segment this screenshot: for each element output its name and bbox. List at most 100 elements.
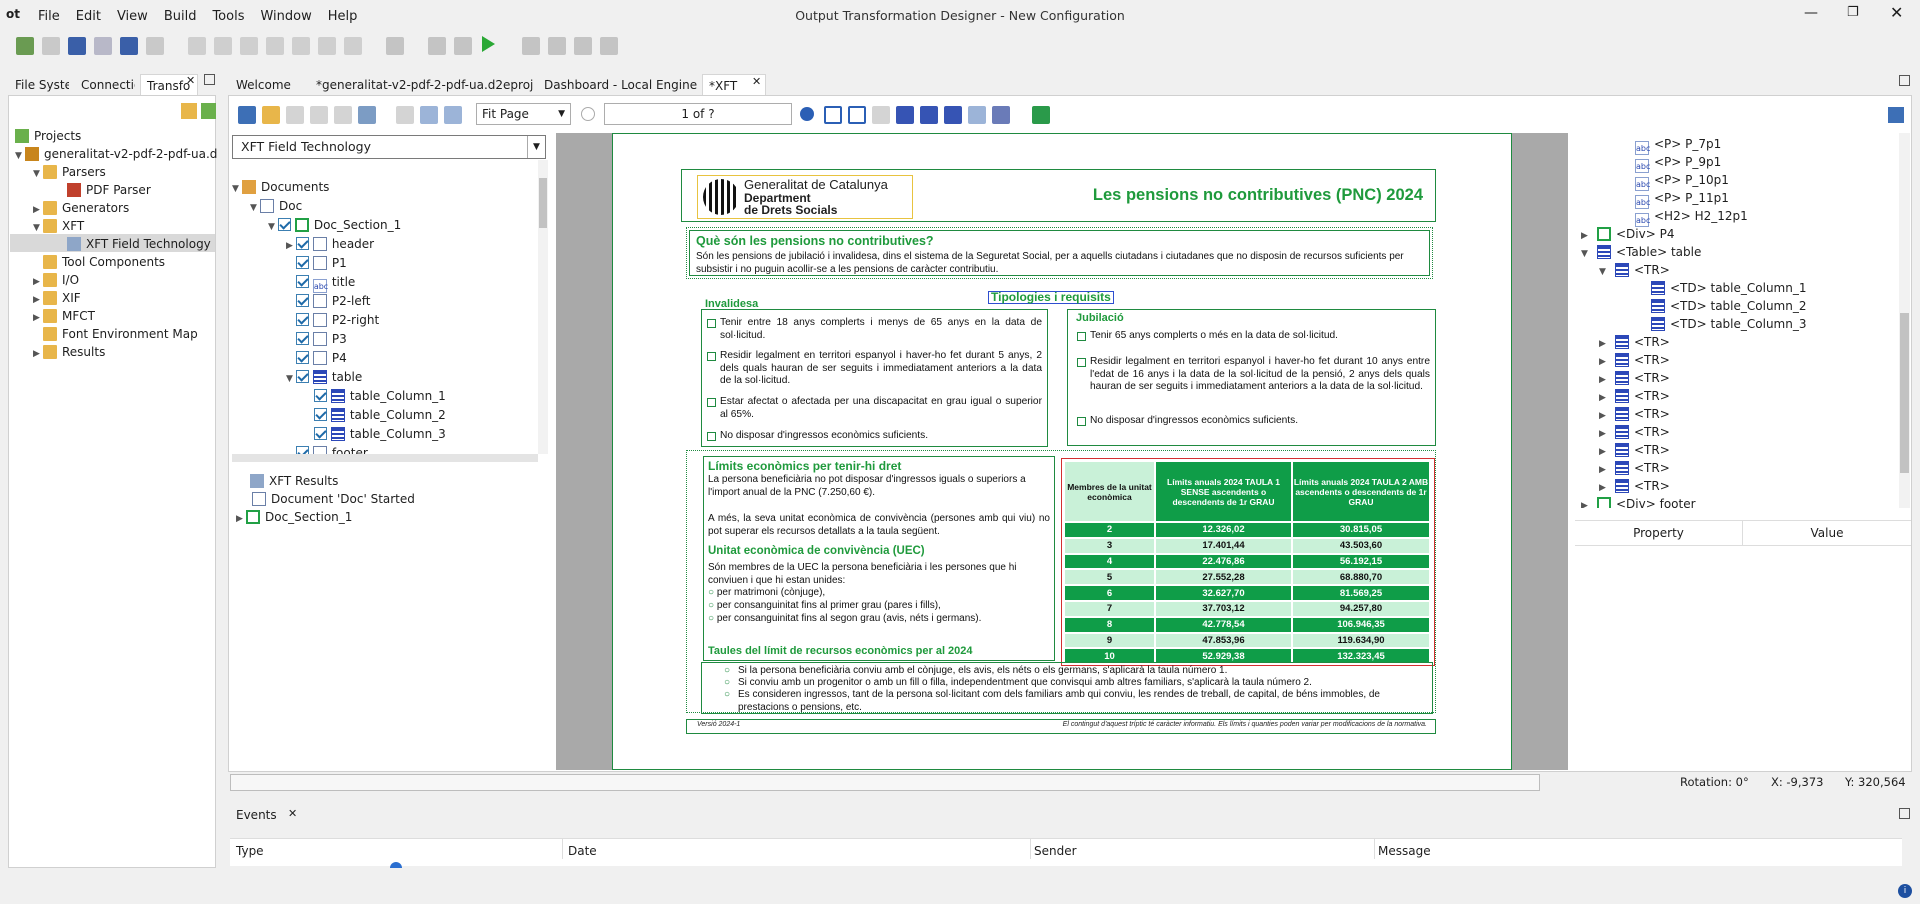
tab-dashboard[interactable]: Dashboard - Local Engine xyxy=(538,74,703,96)
chevron-right-icon[interactable]: ▶ xyxy=(33,345,43,363)
tree-results[interactable]: ▶ Results xyxy=(33,343,105,361)
fit-width-icon[interactable] xyxy=(824,106,842,124)
tree-mfct[interactable]: ▶ MFCT xyxy=(33,307,95,325)
chevron-down-icon[interactable]: ▼ xyxy=(1581,245,1597,263)
checkbox[interactable] xyxy=(296,351,309,364)
minimize-icon[interactable]: — xyxy=(1804,5,1818,21)
chevron-down-icon[interactable]: ▼ xyxy=(15,147,25,165)
structure-node[interactable]: ▶ <Div> footer xyxy=(1581,495,1696,508)
remove-icon[interactable] xyxy=(286,106,304,124)
zoom-select[interactable]: Fit Page ▼ xyxy=(476,103,571,125)
notification-icon[interactable]: i xyxy=(1898,884,1912,898)
zoom-in-icon[interactable] xyxy=(420,106,438,124)
chevron-right-icon[interactable]: ▶ xyxy=(1599,389,1615,407)
checkbox[interactable] xyxy=(296,370,309,383)
delete-icon[interactable] xyxy=(266,37,284,55)
move-up-icon[interactable] xyxy=(310,106,328,124)
tree-tool-components[interactable]: Tool Components xyxy=(43,253,165,271)
maximize-panel-icon[interactable] xyxy=(204,74,215,85)
chevron-right-icon[interactable]: ▶ xyxy=(1599,335,1615,353)
structure-node[interactable]: abc <P> P_11p1 xyxy=(1635,189,1729,209)
structure-node[interactable]: ▶ <TR> xyxy=(1599,351,1670,369)
undo-icon[interactable] xyxy=(292,37,310,55)
tree-doc-section[interactable]: ▼ Doc_Section_1 xyxy=(268,216,401,234)
tree-xft[interactable]: ▼ XFT xyxy=(33,217,84,235)
tool-d-icon[interactable] xyxy=(600,37,618,55)
chevron-down-icon[interactable]: ▼ xyxy=(33,165,43,183)
open-icon[interactable] xyxy=(42,37,60,55)
tree-p2-right[interactable]: P2-right xyxy=(296,311,379,329)
chevron-right-icon[interactable]: ▶ xyxy=(1599,371,1615,389)
tree-col1[interactable]: table_Column_1 xyxy=(314,387,446,405)
select-icon[interactable] xyxy=(396,106,414,124)
find-icon[interactable] xyxy=(968,106,986,124)
close-window-icon[interactable]: ✕ xyxy=(1890,3,1903,22)
value-column-header[interactable]: Value xyxy=(1743,521,1911,546)
save-as-icon[interactable] xyxy=(94,37,112,55)
paste-icon[interactable] xyxy=(240,37,258,55)
tool-4-icon[interactable] xyxy=(944,106,962,124)
cut-icon[interactable] xyxy=(188,37,206,55)
build-icon[interactable] xyxy=(386,37,404,55)
checkbox[interactable] xyxy=(296,332,309,345)
tool-2-icon[interactable] xyxy=(896,106,914,124)
scroll-thumb[interactable] xyxy=(390,862,402,868)
close-events-icon[interactable]: ✕ xyxy=(288,807,297,820)
print-icon[interactable] xyxy=(146,37,164,55)
structure-node[interactable]: ▶ <TR> xyxy=(1599,405,1670,423)
tree-p3[interactable]: P3 xyxy=(296,330,347,348)
structure-node[interactable]: ▼ <Table> table xyxy=(1581,243,1701,261)
move-down-icon[interactable] xyxy=(334,106,352,124)
tool-a-icon[interactable] xyxy=(522,37,540,55)
structure-node[interactable]: ▶ <TR> xyxy=(1599,423,1670,441)
tree-pdf-parser[interactable]: PDF Parser xyxy=(67,181,151,199)
add-folder-icon[interactable] xyxy=(181,103,197,119)
checkbox[interactable] xyxy=(278,218,291,231)
tree-xft-field-technology[interactable]: XFT Field Technology xyxy=(67,235,211,253)
checkbox[interactable] xyxy=(296,256,309,269)
tree-p1[interactable]: P1 xyxy=(296,254,347,272)
tree-projects[interactable]: Projects xyxy=(15,127,81,145)
maximize-editor-icon[interactable] xyxy=(1899,75,1910,86)
structure-node[interactable]: ▶ <Div> P4 xyxy=(1581,225,1674,243)
chevron-right-icon[interactable]: ▶ xyxy=(1599,461,1615,479)
redo-icon[interactable] xyxy=(318,37,336,55)
h-scrollbar[interactable] xyxy=(232,454,538,462)
structure-node[interactable]: abc <P> P_9p1 xyxy=(1635,153,1721,173)
events-col-sender[interactable]: Sender xyxy=(1034,844,1077,858)
chevron-down-icon[interactable]: ▼ xyxy=(250,199,260,217)
tree-project-root[interactable]: ▼ generalitat-v2-pdf-2-pdf-ua.d xyxy=(15,145,217,163)
chevron-right-icon[interactable]: ▶ xyxy=(33,309,43,327)
checkbox[interactable] xyxy=(296,275,309,288)
property-column-header[interactable]: Property xyxy=(1575,521,1743,546)
structure-node[interactable]: abc <H2> H2_12p1 xyxy=(1635,207,1748,227)
structure-node[interactable]: abc <P> P_7p1 xyxy=(1635,135,1721,155)
events-col-type[interactable]: Type xyxy=(236,844,264,858)
checkbox[interactable] xyxy=(314,427,327,440)
tree-font-env[interactable]: Font Environment Map xyxy=(43,325,198,343)
checkbox[interactable] xyxy=(296,237,309,250)
tree-generators[interactable]: ▶ Generators xyxy=(33,199,129,217)
page-input[interactable]: 1 of ? xyxy=(604,103,792,125)
properties-icon[interactable] xyxy=(358,106,376,124)
chevron-down-icon[interactable]: ▼ xyxy=(268,218,278,236)
structure-node[interactable]: <TD> table_Column_1 xyxy=(1651,279,1806,297)
save-all-icon[interactable] xyxy=(120,37,138,55)
zoom-out-icon[interactable] xyxy=(444,106,462,124)
structure-scrollbar[interactable] xyxy=(1899,133,1910,508)
history-icon[interactable] xyxy=(344,37,362,55)
chevron-right-icon[interactable]: ▶ xyxy=(1599,407,1615,425)
tab-connections[interactable]: Connectio xyxy=(75,74,135,96)
chevron-down-icon[interactable]: ▼ xyxy=(1599,263,1615,281)
structure-node[interactable]: ▶ <TR> xyxy=(1599,477,1670,495)
close-xft-tab-icon[interactable]: ✕ xyxy=(752,75,761,88)
tree-documents[interactable]: ▼ Documents xyxy=(232,178,329,196)
export-icon[interactable] xyxy=(1032,106,1050,124)
structure-node[interactable]: <TD> table_Column_2 xyxy=(1651,297,1806,315)
layout-icon[interactable] xyxy=(428,37,446,55)
next-page-icon[interactable] xyxy=(800,107,814,121)
structure-node[interactable]: ▶ <TR> xyxy=(1599,369,1670,387)
deploy-icon[interactable] xyxy=(454,37,472,55)
tool-5-icon[interactable] xyxy=(992,106,1010,124)
prev-page-icon[interactable] xyxy=(581,107,595,121)
